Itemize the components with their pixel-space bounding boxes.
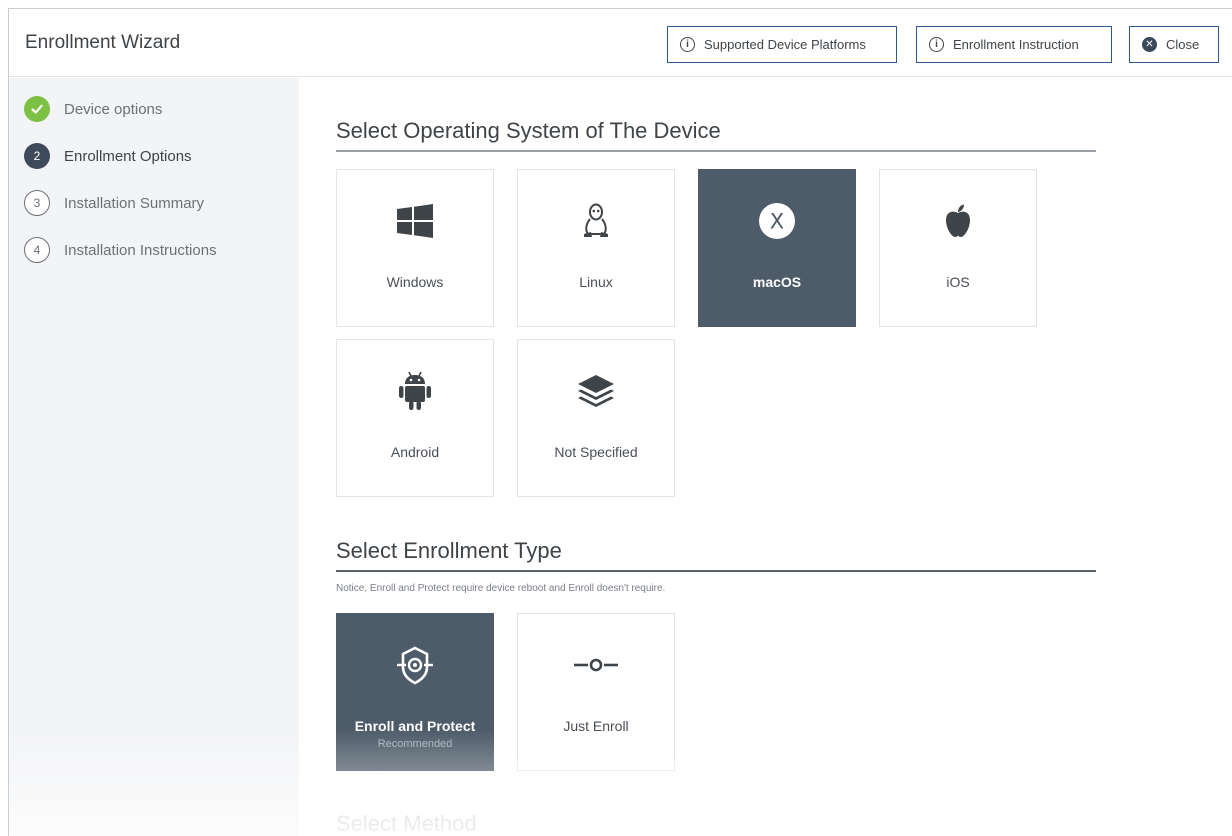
os-tile-macos[interactable]: X macOS <box>698 169 856 327</box>
os-tile-ios[interactable]: iOS <box>879 169 1037 327</box>
close-button[interactable]: ✕ Close <box>1129 26 1219 63</box>
step-label: Device options <box>64 100 163 118</box>
close-icon: ✕ <box>1142 37 1157 52</box>
step-number-badge: 4 <box>24 237 50 263</box>
os-tile-linux[interactable]: Linux <box>517 169 675 327</box>
dialog-title: Enrollment Wizard <box>25 32 181 53</box>
os-tile-label: macOS <box>752 274 802 290</box>
macos-icon: X <box>699 200 855 242</box>
os-tile-windows[interactable]: Windows <box>336 169 494 327</box>
svg-text:X: X <box>770 210 784 234</box>
step-label: Installation Summary <box>64 194 205 212</box>
select-method-title: Select Method <box>336 811 477 836</box>
step-label: Enrollment Options <box>64 147 192 165</box>
supported-platforms-label: Supported Device Platforms <box>704 37 866 52</box>
step-label: Installation Instructions <box>64 241 217 259</box>
enroll-tile-label: Enroll and Protect <box>354 718 476 734</box>
supported-platforms-button[interactable]: i Supported Device Platforms <box>667 26 897 63</box>
step-enrollment-options[interactable]: 2 Enrollment Options <box>24 143 192 169</box>
os-tile-label: iOS <box>946 274 970 290</box>
os-section-divider <box>336 150 1096 152</box>
windows-icon <box>337 200 493 242</box>
enroll-tile-just-enroll[interactable]: Just Enroll <box>517 613 675 771</box>
os-section-title: Select Operating System of The Device <box>336 118 721 143</box>
os-tile-not-specified[interactable]: Not Specified <box>517 339 675 497</box>
check-icon <box>24 96 50 122</box>
os-tile-label: Not Specified <box>554 444 638 460</box>
enroll-tile-enroll-and-protect[interactable]: Enroll and Protect Recommended <box>336 613 494 771</box>
step-number-badge: 2 <box>24 143 50 169</box>
os-tile-label: Windows <box>386 274 444 290</box>
step-device-options[interactable]: Device options <box>24 96 162 122</box>
shield-target-icon <box>337 644 493 686</box>
recommended-label: Recommended <box>377 738 453 750</box>
enrollment-type-note: Notice, Enroll and Protect require devic… <box>336 583 666 594</box>
os-tile-label: Linux <box>579 274 613 290</box>
linux-icon <box>518 200 674 242</box>
enrollment-instruction-label: Enrollment Instruction <box>953 37 1079 52</box>
enrollment-type-title: Select Enrollment Type <box>336 538 562 563</box>
connector-icon <box>518 644 674 686</box>
enroll-tile-label: Just Enroll <box>563 718 629 734</box>
wizard-main-panel: Select Operating System of The Device Wi… <box>299 78 1232 836</box>
layers-icon <box>518 370 674 412</box>
info-icon: i <box>929 37 944 52</box>
enrollment-wizard-dialog: Enrollment Wizard i Supported Device Pla… <box>8 8 1232 836</box>
step-installation-instructions[interactable]: 4 Installation Instructions <box>24 237 217 263</box>
wizard-steps-sidebar: Device options 2 Enrollment Options 3 In… <box>9 78 299 836</box>
step-installation-summary[interactable]: 3 Installation Summary <box>24 190 204 216</box>
enrollment-instruction-button[interactable]: i Enrollment Instruction <box>916 26 1112 63</box>
step-number-badge: 3 <box>24 190 50 216</box>
apple-icon <box>880 200 1036 242</box>
dialog-header: Enrollment Wizard i Supported Device Pla… <box>9 9 1232 77</box>
enrollment-type-divider <box>336 570 1096 572</box>
os-tile-android[interactable]: Android <box>336 339 494 497</box>
close-label: Close <box>1166 37 1200 52</box>
os-tile-label: Android <box>390 444 440 460</box>
android-icon <box>337 370 493 412</box>
info-icon: i <box>680 37 695 52</box>
